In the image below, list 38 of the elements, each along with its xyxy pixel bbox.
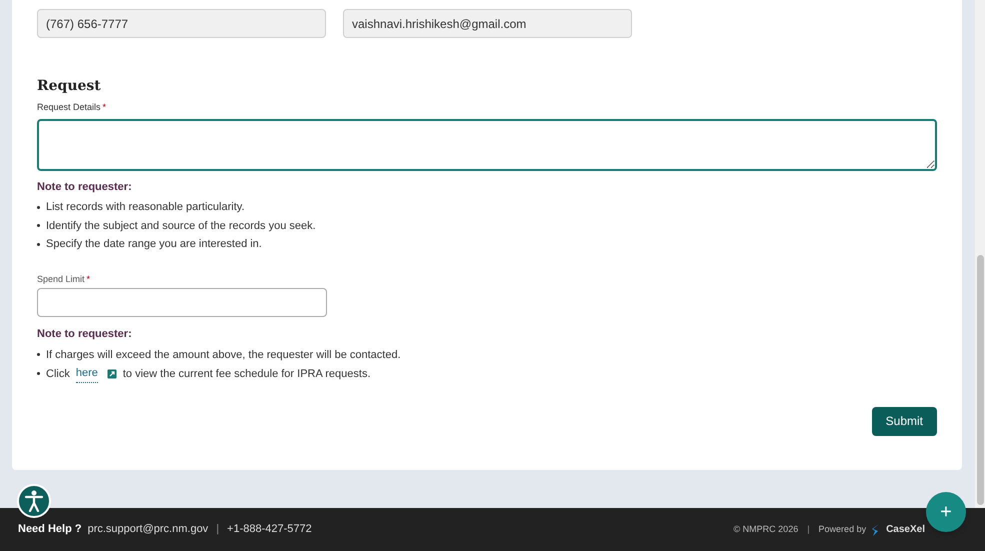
scrollbar[interactable] <box>975 0 985 508</box>
request-details-field[interactable] <box>37 118 937 170</box>
separator: | <box>216 522 220 538</box>
note-title: Note to requester: <box>37 180 133 194</box>
email-field[interactable]: vaishnavi.hrishikesh@gmail.com <box>343 9 632 38</box>
field-label: Request Details <box>37 101 101 114</box>
note-text: Identify the subject and source of the records you seek. <box>46 218 316 234</box>
section-heading: Request <box>37 77 102 96</box>
brand-logo-icon <box>872 524 880 536</box>
support-email-link[interactable]: prc.support@prc.nm.gov <box>88 521 208 538</box>
add-button[interactable]: + <box>926 492 966 532</box>
bullet-icon <box>37 242 40 246</box>
fee-schedule-link[interactable]: here <box>76 365 98 382</box>
copyright-text: © NMPRC 2026 <box>734 522 798 536</box>
powered-by-text: Powered by <box>818 522 866 536</box>
spend-limit-field[interactable] <box>37 288 327 317</box>
note-title: Note to requester: <box>37 327 133 342</box>
accessibility-icon <box>24 490 44 512</box>
separator: | <box>807 522 810 536</box>
phone-field[interactable]: (767) 656-7777 <box>37 9 326 38</box>
bullet-icon <box>37 353 40 356</box>
bullet-icon <box>37 224 40 228</box>
bullet-icon <box>37 372 40 376</box>
submit-button[interactable]: Submit <box>872 406 937 436</box>
support-phone-link[interactable]: +1-888-427-5772 <box>227 521 312 538</box>
help-label: Need Help ? <box>18 522 82 538</box>
required-mark: * <box>86 272 90 286</box>
note-text: List records with reasonable particularity. <box>46 200 244 215</box>
required-mark: * <box>102 101 106 114</box>
accessibility-button[interactable] <box>17 484 51 518</box>
brand-name: CaseXel <box>886 523 925 537</box>
note-text: If charges will exceed the amount above, the requester will be contacted. <box>46 348 401 362</box>
note-text: Specify the date range you are interested in. <box>46 237 262 252</box>
note-text: Click <box>46 366 70 382</box>
note-text: to view the current fee schedule for IPRA requests. <box>122 366 371 382</box>
field-label: Spend Limit <box>37 272 85 286</box>
external-link-icon <box>106 368 117 379</box>
bullet-icon <box>37 206 40 209</box>
